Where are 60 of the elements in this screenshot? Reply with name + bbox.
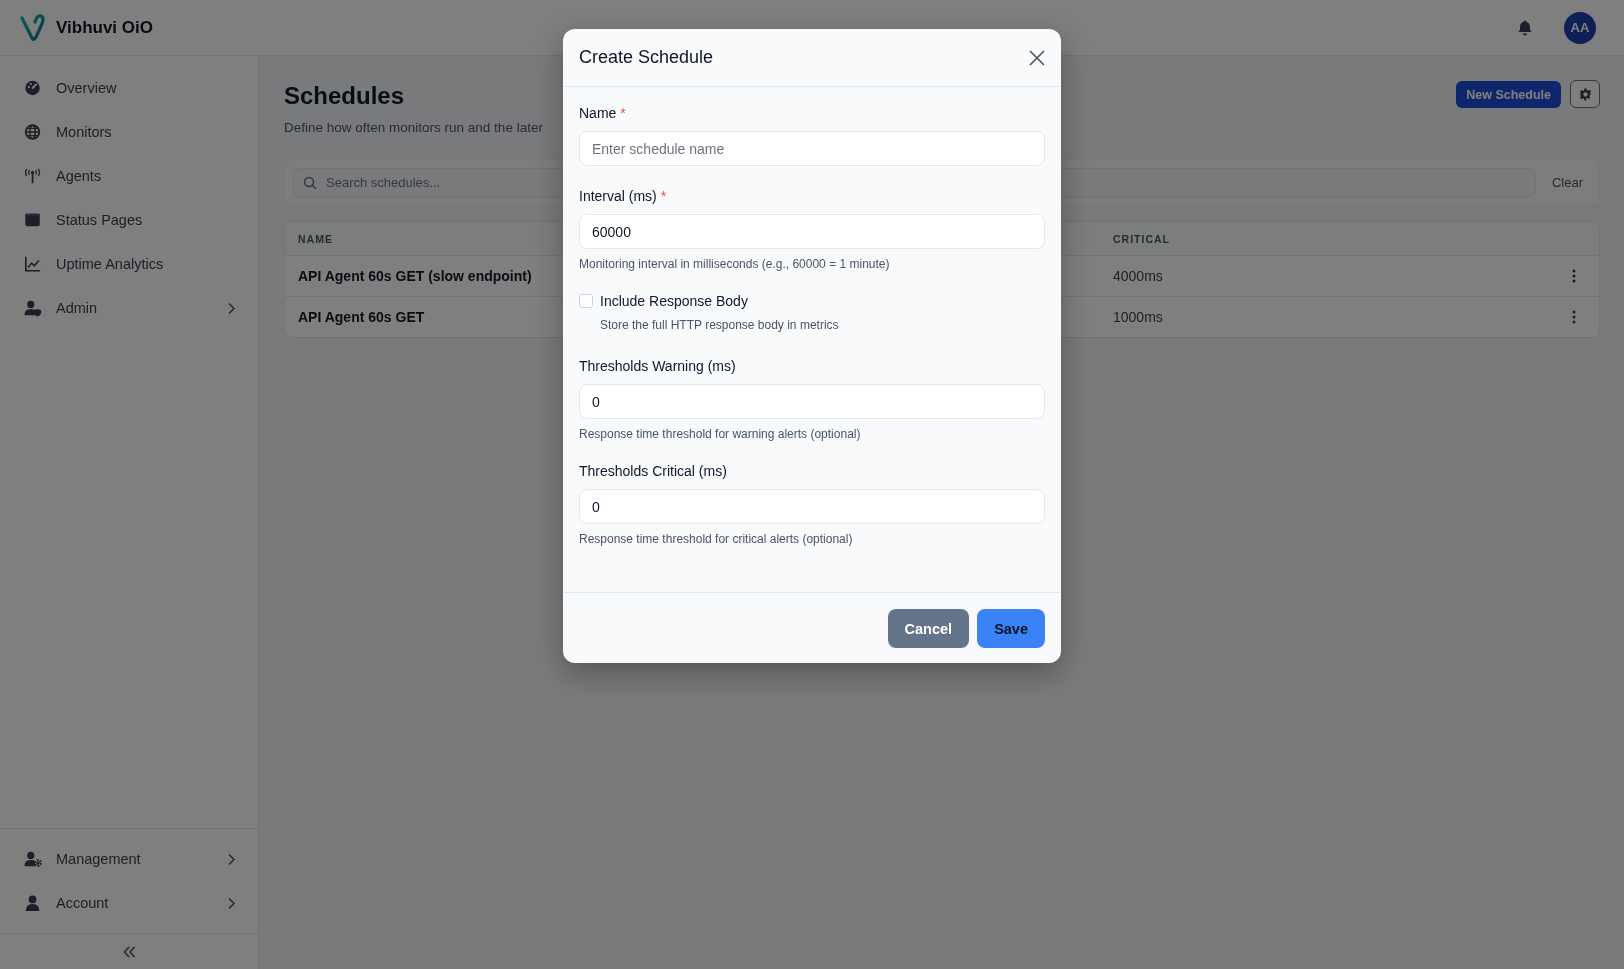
- antenna-icon: [24, 167, 42, 185]
- page-title: Schedules: [284, 82, 406, 110]
- logo-icon: [20, 13, 48, 42]
- page-subtitle: Define how often monitors run and the later: [284, 120, 544, 135]
- sidebar-item[interactable]: Monitors: [0, 110, 258, 154]
- clear-button[interactable]: Clear: [1535, 175, 1591, 190]
- window-icon: [24, 211, 42, 229]
- column-header: CRITICAL: [1113, 232, 1170, 245]
- sidebar-item[interactable]: Account: [0, 881, 258, 925]
- line-chart-icon: [24, 255, 42, 273]
- field-label: Thresholds Warning (ms): [579, 358, 736, 374]
- input-field[interactable]: 60000: [579, 214, 1045, 249]
- column-header: NAME: [298, 232, 333, 245]
- required-mark: *: [620, 105, 626, 121]
- table-cell: API Agent 60s GET: [298, 309, 425, 325]
- input-field[interactable]: Enter schedule name: [579, 131, 1045, 166]
- input-field[interactable]: 0: [579, 384, 1045, 419]
- collapse-icon[interactable]: [122, 945, 136, 958]
- new-schedule-button[interactable]: New Schedule: [1456, 81, 1561, 108]
- globe-icon: [24, 123, 42, 141]
- close-button[interactable]: [1027, 47, 1047, 68]
- field-label: Interval (ms): [579, 188, 657, 204]
- field-label: Thresholds Critical (ms): [579, 463, 727, 479]
- chevron-right-icon: [227, 301, 236, 315]
- settings-icon: [1578, 87, 1592, 101]
- required-mark: *: [660, 188, 667, 204]
- user-icon: [24, 894, 42, 912]
- more-options-icon[interactable]: [1572, 310, 1576, 324]
- table-cell: 1000ms: [1113, 309, 1163, 325]
- table-cell: 4000ms: [1113, 268, 1163, 284]
- checkbox-label: Include Response Body: [600, 293, 748, 309]
- gauge-icon: [24, 79, 42, 97]
- sidebar-item[interactable]: Uptime Analytics: [0, 242, 258, 286]
- field-label: Name: [579, 105, 617, 121]
- input-field[interactable]: 0: [579, 489, 1045, 524]
- sidebar-item[interactable]: Management: [0, 837, 258, 881]
- search-icon: [303, 175, 317, 190]
- save-button[interactable]: Save: [977, 609, 1045, 648]
- help-text: Monitoring interval in milliseconds (e.g., 60000 = 1 minute): [579, 257, 891, 271]
- checkbox[interactable]: [579, 294, 593, 308]
- help-text: Store the full HTTP response body in metrics: [600, 318, 840, 332]
- sidebar-item[interactable]: Admin: [0, 286, 258, 330]
- sidebar-item[interactable]: Status Pages: [0, 198, 258, 242]
- settings-button[interactable]: [1570, 80, 1600, 108]
- chevron-right-icon: [227, 896, 236, 910]
- user-shield-icon: [24, 299, 42, 317]
- user-gear-icon: [24, 850, 42, 868]
- dialog-title: Create Schedule: [579, 47, 714, 68]
- help-text: Response time threshold for warning alerts (optional): [579, 427, 862, 441]
- table-cell: API Agent 60s GET (slow endpoint): [298, 268, 532, 284]
- cancel-button[interactable]: Cancel: [887, 609, 970, 648]
- more-options-icon[interactable]: [1572, 269, 1576, 283]
- close-icon: [1029, 49, 1045, 66]
- bell-icon[interactable]: [1518, 19, 1532, 36]
- avatar[interactable]: AA: [1564, 11, 1596, 44]
- chevron-right-icon: [227, 852, 236, 866]
- brand-name: Vibhuvi OiO: [56, 17, 153, 38]
- sidebar-item[interactable]: Overview: [0, 66, 258, 110]
- help-text: Response time threshold for critical alerts (optional): [579, 532, 854, 546]
- sidebar-item[interactable]: Agents: [0, 154, 258, 198]
